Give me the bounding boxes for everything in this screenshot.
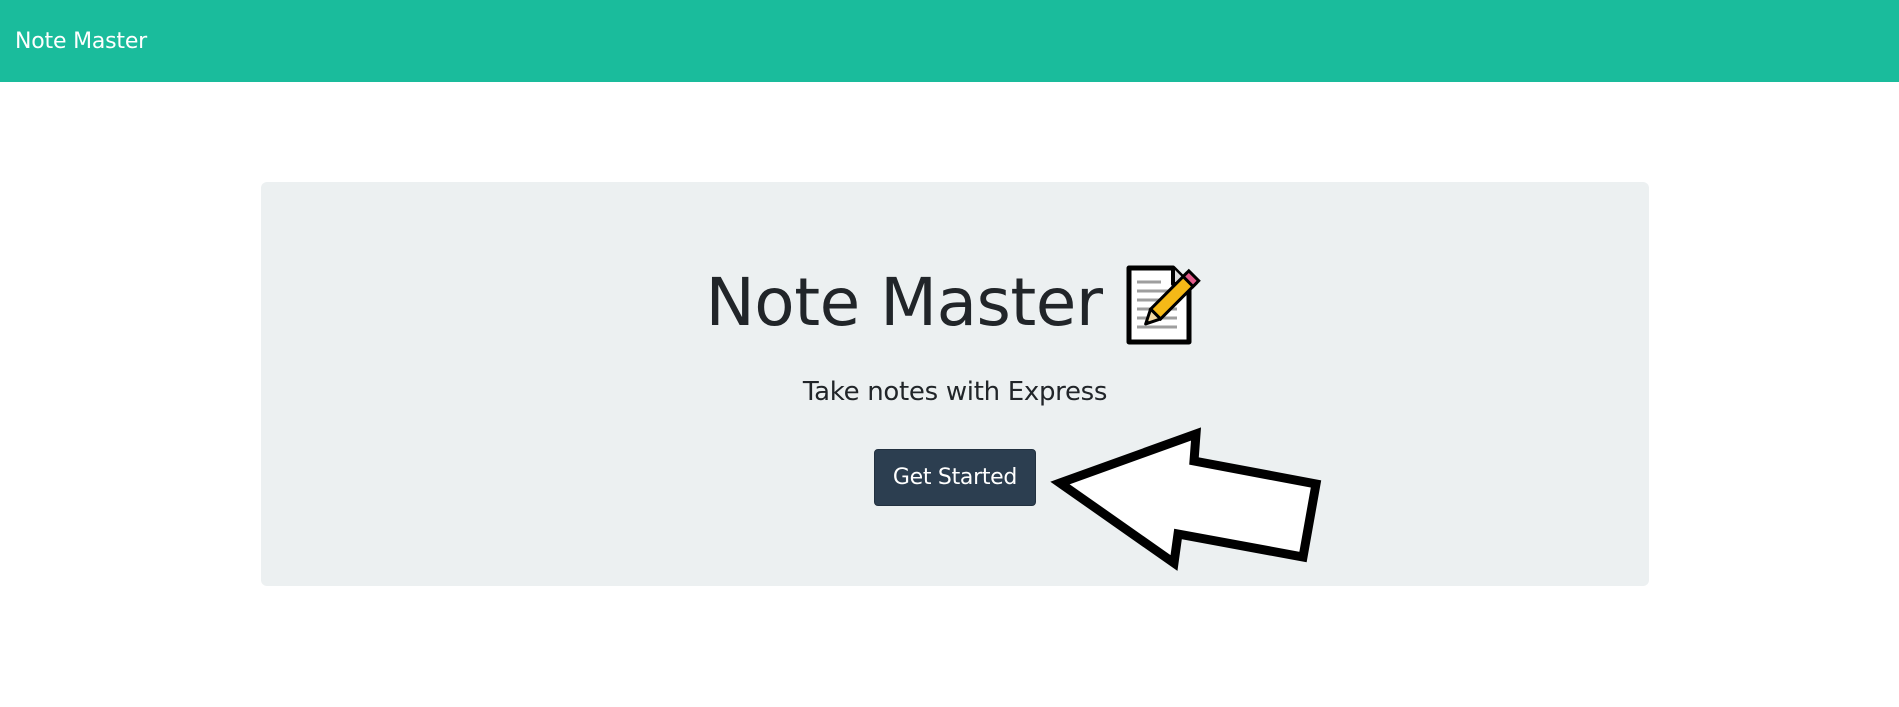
navbar: Note Master xyxy=(0,0,1899,82)
get-started-button[interactable]: Get Started xyxy=(874,449,1036,506)
hero-jumbotron: Note Master Take notes with Express Get … xyxy=(261,182,1649,586)
navbar-brand-link[interactable]: Note Master xyxy=(15,29,147,54)
hero-tagline: Take notes with Express xyxy=(802,377,1108,407)
page-title: Note Master xyxy=(705,264,1103,341)
arrow-left-icon xyxy=(1050,427,1322,571)
memo-icon xyxy=(1126,265,1201,345)
hero-title-row: Note Master xyxy=(261,260,1649,346)
